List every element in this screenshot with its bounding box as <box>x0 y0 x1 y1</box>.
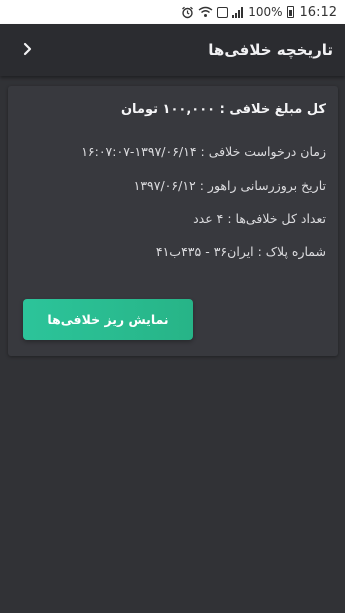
wifi-icon <box>198 6 213 18</box>
alarm-icon <box>181 6 194 19</box>
chevron-icon <box>21 41 33 60</box>
app-bar: تاریخچه خلافی‌ها <box>0 24 345 76</box>
status-time: 16:12 <box>299 4 337 20</box>
signal-icon <box>232 6 244 18</box>
violation-count: تعداد کل خلافی‌ها : ۴ عدد <box>193 211 326 226</box>
update-date: تاریخ بروزرسانی راهور : ۱۳۹۷/۰۶/۱۲ <box>133 178 326 193</box>
back-button[interactable] <box>14 37 40 63</box>
status-bar: 100% 16:12 <box>0 0 345 24</box>
sim-icon <box>217 6 229 18</box>
show-details-button[interactable]: نمایش ریز خلافی‌ها <box>23 299 193 340</box>
violation-summary-card: کل مبلغ خلافی : ۱۰۰,۰۰۰ تومان زمان درخوا… <box>8 86 338 356</box>
total-amount: کل مبلغ خلافی : ۱۰۰,۰۰۰ تومان <box>120 102 326 117</box>
battery-icon <box>286 6 294 18</box>
request-time: زمان درخواست خلافی : ۱۳۹۷/۰۶/۱۴-۱۶:۰۷:۰۷ <box>81 144 326 159</box>
battery-percent: 100% <box>248 5 283 19</box>
page-title: تاریخچه خلافی‌ها <box>208 41 333 59</box>
plate-number: شماره پلاک : ایران۳۶ - ۴۳۵ب۴۱ <box>155 244 326 259</box>
